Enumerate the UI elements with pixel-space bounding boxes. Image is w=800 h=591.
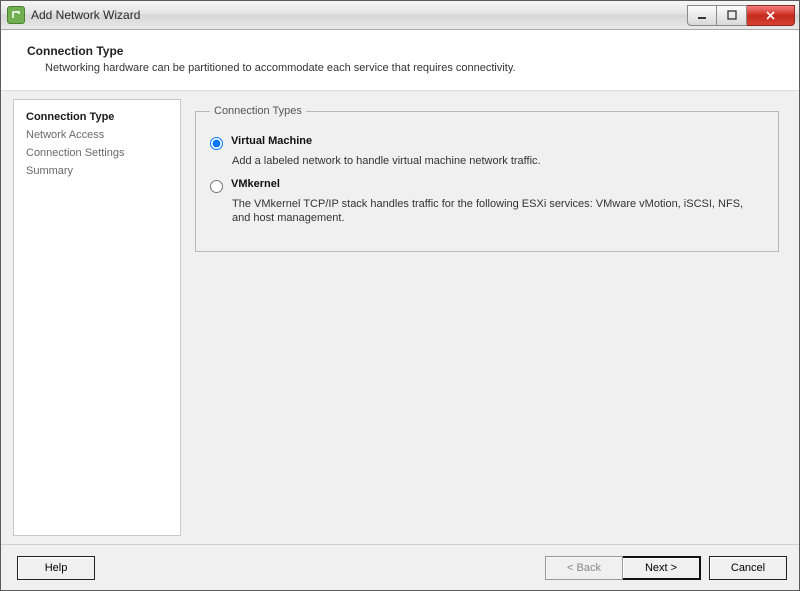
option-label: Virtual Machine bbox=[231, 135, 312, 147]
window-title: Add Network Wizard bbox=[31, 8, 140, 22]
wizard-header: Connection Type Networking hardware can … bbox=[1, 30, 799, 91]
next-button[interactable]: Next > bbox=[623, 556, 701, 580]
titlebar[interactable]: Add Network Wizard bbox=[1, 1, 799, 30]
cancel-button[interactable]: Cancel bbox=[709, 556, 787, 580]
window-controls bbox=[687, 5, 795, 26]
close-button[interactable] bbox=[747, 5, 795, 26]
sidebar-step-network-access[interactable]: Network Access bbox=[26, 126, 168, 144]
radio-vmkernel[interactable] bbox=[210, 180, 223, 193]
radio-virtual-machine[interactable] bbox=[210, 137, 223, 150]
option-label: VMkernel bbox=[231, 178, 280, 190]
option-description: Add a labeled network to handle virtual … bbox=[232, 154, 764, 168]
option-virtual-machine[interactable]: Virtual Machine bbox=[210, 135, 764, 150]
page-title: Connection Type bbox=[27, 44, 779, 58]
sidebar-step-summary[interactable]: Summary bbox=[26, 162, 168, 180]
app-icon bbox=[7, 6, 25, 24]
step-sidebar: Connection Type Network Access Connectio… bbox=[13, 99, 181, 536]
wizard-main: Connection Types Virtual Machine Add a l… bbox=[181, 99, 787, 536]
connection-types-group: Connection Types Virtual Machine Add a l… bbox=[195, 105, 779, 252]
wizard-body: Connection Type Network Access Connectio… bbox=[1, 91, 799, 544]
maximize-button[interactable] bbox=[717, 5, 747, 26]
page-description: Networking hardware can be partitioned t… bbox=[27, 62, 779, 74]
option-description: The VMkernel TCP/IP stack handles traffi… bbox=[232, 197, 764, 225]
minimize-button[interactable] bbox=[687, 5, 717, 26]
wizard-window: Add Network Wizard Connection Type Netwo… bbox=[0, 0, 800, 591]
back-button: < Back bbox=[545, 556, 623, 580]
sidebar-step-connection-type[interactable]: Connection Type bbox=[26, 108, 168, 126]
sidebar-step-connection-settings[interactable]: Connection Settings bbox=[26, 144, 168, 162]
wizard-footer: Help < Back Next > Cancel bbox=[1, 544, 799, 590]
option-vmkernel[interactable]: VMkernel bbox=[210, 178, 764, 193]
group-legend: Connection Types bbox=[210, 105, 306, 117]
help-button[interactable]: Help bbox=[17, 556, 95, 580]
